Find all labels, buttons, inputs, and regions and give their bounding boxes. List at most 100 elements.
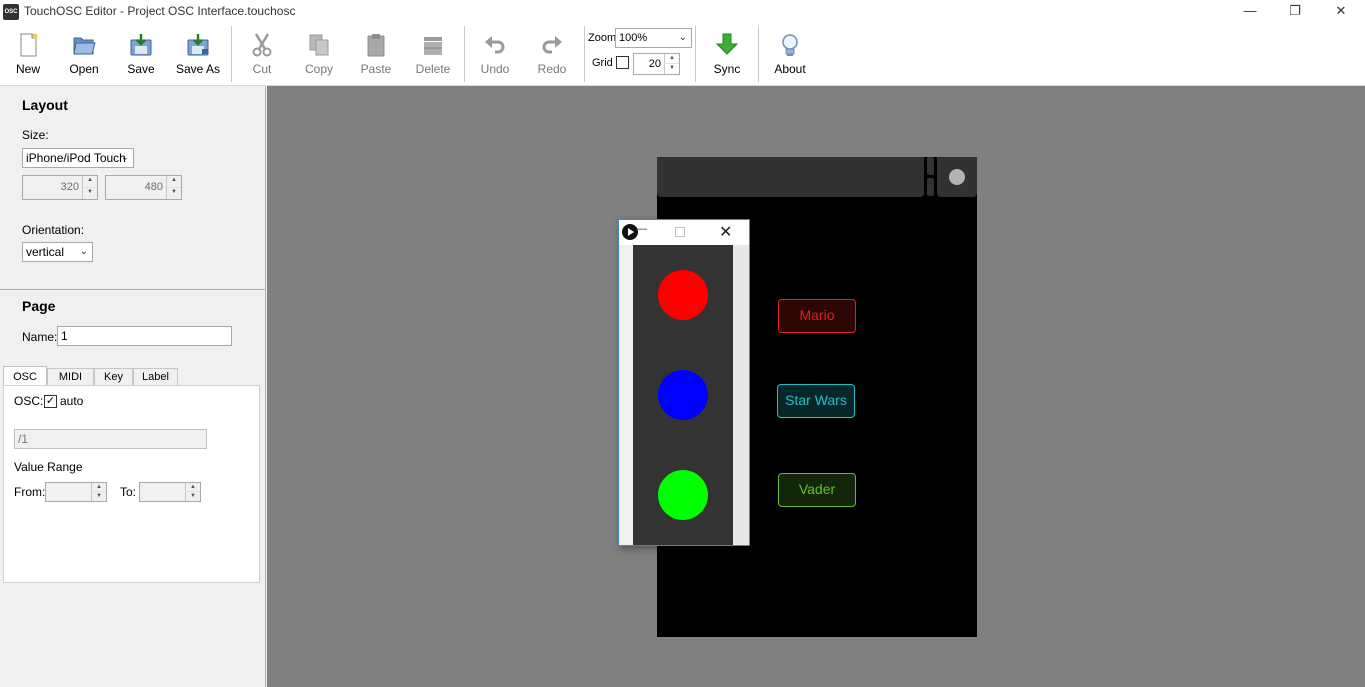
spin-down-icon[interactable]: ▼ xyxy=(91,492,106,501)
star-wars-button[interactable]: Star Wars xyxy=(777,384,855,418)
osc-address-input[interactable]: /1 xyxy=(14,429,207,449)
tab-osc[interactable]: OSC xyxy=(3,366,47,385)
orientation-select[interactable]: vertical ⌄ xyxy=(22,242,93,262)
mario-button[interactable]: Mario xyxy=(778,299,856,333)
width-stepper[interactable]: 320 ▲ ▼ xyxy=(22,175,98,200)
layout-section-title: Layout xyxy=(22,97,68,113)
redo-button[interactable]: Redo xyxy=(524,28,580,80)
red-circle xyxy=(658,270,708,320)
spin-down-icon[interactable]: ▼ xyxy=(185,492,200,501)
editor-canvas[interactable]: Mario Star Wars Vader xyxy=(267,86,1365,687)
new-button[interactable]: New xyxy=(0,28,56,80)
save-button[interactable]: Save xyxy=(113,28,169,80)
tab-midi-label: MIDI xyxy=(58,371,83,383)
toolbar-separator xyxy=(231,26,232,82)
spin-up-icon[interactable]: ▲ xyxy=(185,483,200,492)
size-value: iPhone/iPod Touch xyxy=(26,151,126,165)
clipboard-icon xyxy=(367,34,385,57)
auto-checkbox[interactable]: ✓ xyxy=(44,395,57,408)
toolbar-separator xyxy=(758,26,759,82)
tab-label-label: Label xyxy=(142,371,169,383)
save-as-icon xyxy=(187,34,209,56)
open-label: Open xyxy=(69,62,99,76)
spin-down-icon[interactable]: ▼ xyxy=(82,187,97,199)
minimize-button[interactable]: — xyxy=(1227,0,1273,24)
name-label: Name: xyxy=(22,330,58,344)
tab-key[interactable]: Key xyxy=(94,368,133,386)
spin-up-icon[interactable]: ▲ xyxy=(166,176,181,188)
from-label: From: xyxy=(14,485,46,499)
orientation-label: Orientation: xyxy=(22,223,85,237)
floating-window-titlebar[interactable]: — ✕ xyxy=(619,220,749,245)
trash-icon xyxy=(424,37,442,55)
size-select[interactable]: iPhone/iPod Touch ⌄ xyxy=(22,148,134,168)
menu-dot-icon[interactable] xyxy=(949,169,965,185)
page-tab-bar[interactable] xyxy=(657,157,924,197)
page-name-value: 1 xyxy=(61,329,68,343)
new-label: New xyxy=(15,62,40,76)
checkmark-icon: ✓ xyxy=(45,395,56,407)
spin-up-icon[interactable]: ▲ xyxy=(82,176,97,188)
about-button[interactable]: About xyxy=(762,28,818,80)
device-menu-area[interactable] xyxy=(937,157,977,197)
paste-button[interactable]: Paste xyxy=(348,28,404,80)
floating-minimize-button[interactable]: — xyxy=(636,223,647,235)
undo-label: Undo xyxy=(480,62,510,76)
spin-up-icon[interactable]: ▲ xyxy=(91,483,106,492)
zoom-select[interactable]: 100% ⌄ xyxy=(615,28,692,48)
grid-label: Grid xyxy=(592,57,613,69)
delete-button[interactable]: Delete xyxy=(405,28,461,80)
spin-up-icon[interactable]: ▲ xyxy=(664,54,679,64)
vader-button-label: Vader xyxy=(798,481,836,497)
open-button[interactable]: Open xyxy=(56,28,112,80)
range-from-stepper[interactable]: ▲ ▼ xyxy=(45,482,107,502)
page-grip xyxy=(927,157,934,197)
toolbar-separator xyxy=(584,26,585,82)
undo-icon xyxy=(485,36,505,54)
range-to-stepper[interactable]: ▲ ▼ xyxy=(139,482,201,502)
floating-preview-window[interactable]: — ✕ xyxy=(618,219,750,546)
orientation-value: vertical xyxy=(26,245,65,259)
paste-label: Paste xyxy=(360,62,392,76)
floating-close-button[interactable]: ✕ xyxy=(719,222,732,242)
zoom-value: 100% xyxy=(619,32,648,44)
undo-button[interactable]: Undo xyxy=(467,28,523,80)
copy-label: Copy xyxy=(304,62,333,76)
save-as-button[interactable]: Save As xyxy=(170,28,226,80)
copy-button[interactable]: Copy xyxy=(291,28,347,80)
restore-button[interactable]: ❐ xyxy=(1272,0,1318,24)
redo-label: Redo xyxy=(537,62,567,76)
floating-window-side-strip xyxy=(733,245,749,545)
floating-window-content xyxy=(633,245,733,545)
spin-down-icon[interactable]: ▼ xyxy=(166,187,181,199)
sync-button[interactable]: Sync xyxy=(699,28,755,80)
floating-maximize-button[interactable] xyxy=(675,227,685,237)
osc-address-value: /1 xyxy=(18,432,29,446)
width-value: 320 xyxy=(60,181,79,193)
toolbar-separator xyxy=(464,26,465,82)
tab-midi[interactable]: MIDI xyxy=(47,368,94,386)
grid-size-value: 20 xyxy=(648,58,661,70)
page-name-input[interactable]: 1 xyxy=(57,326,232,346)
close-button[interactable]: ✕ xyxy=(1318,0,1364,24)
height-stepper[interactable]: 480 ▲ ▼ xyxy=(105,175,182,200)
cut-button[interactable]: Cut xyxy=(234,28,290,80)
chevron-down-icon: ⌄ xyxy=(120,152,129,163)
spin-down-icon[interactable]: ▼ xyxy=(664,64,679,74)
section-divider xyxy=(0,289,265,290)
green-circle xyxy=(658,470,708,520)
window-title: TouchOSC Editor - Project OSC Interface.… xyxy=(24,4,296,18)
chevron-down-icon: ⌄ xyxy=(678,32,687,43)
to-label: To: xyxy=(120,485,137,499)
grid-size-stepper[interactable]: 20 ▲ ▼ xyxy=(633,53,680,75)
size-label: Size: xyxy=(22,128,49,142)
tab-label[interactable]: Label xyxy=(133,368,178,386)
save-as-label: Save As xyxy=(175,62,221,76)
page-section-title: Page xyxy=(22,298,56,314)
scissors-icon xyxy=(252,33,272,57)
vader-button[interactable]: Vader xyxy=(778,473,856,507)
blue-circle xyxy=(658,370,708,420)
grid-checkbox[interactable] xyxy=(616,56,629,69)
lightbulb-icon xyxy=(782,34,798,56)
auto-label: auto xyxy=(60,394,84,408)
